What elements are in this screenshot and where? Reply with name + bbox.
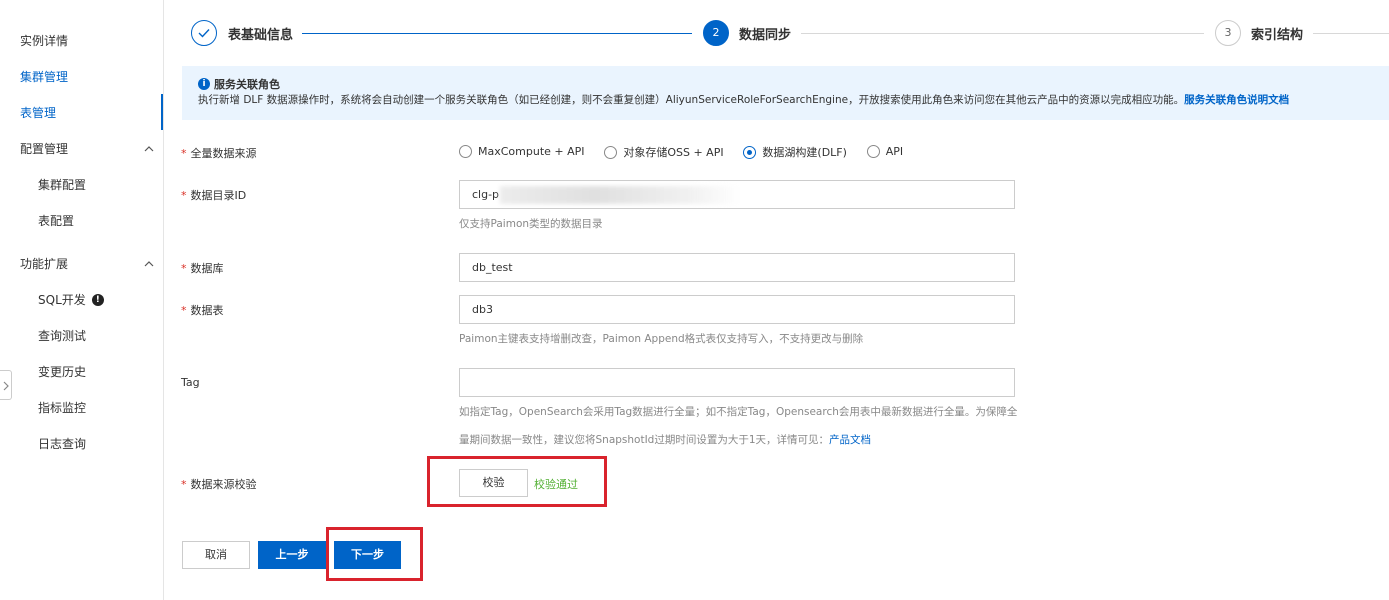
highlight-next: [326, 527, 423, 581]
sidebar-item-sql-dev-label: SQL开发: [38, 293, 86, 307]
step-1-circle: [191, 20, 217, 46]
required-mark: *: [181, 304, 187, 317]
highlight-verify: [427, 456, 607, 507]
notice-body: 执行新增 DLF 数据源操作时，系统将会自动创建一个服务关联角色（如已经创建，则…: [198, 92, 1289, 107]
step-indicator: 表基础信息 2 数据同步 3 索引结构: [190, 20, 1389, 50]
database-label: * 数据库: [181, 260, 224, 276]
sidebar-item-log-query[interactable]: 日志查询: [38, 434, 86, 454]
database-label-text: 数据库: [190, 262, 224, 275]
step-connector-pending: [801, 33, 1204, 34]
step-connector-tail: [1313, 33, 1389, 34]
sidebar-group-extension-label: 功能扩展: [20, 257, 69, 271]
chevron-up-icon: [144, 146, 154, 152]
radio-circle-checked: [743, 145, 757, 159]
cancel-button[interactable]: 取消: [182, 541, 250, 569]
radio-dlf[interactable]: 数据湖构建(DLF): [743, 144, 847, 160]
check-icon: [198, 29, 210, 38]
table-label: * 数据表: [181, 302, 224, 318]
step-3-label: 索引结构: [1251, 28, 1304, 43]
sidebar-item-instance-detail[interactable]: 实例详情: [20, 31, 68, 51]
sidebar-item-table-management[interactable]: 表管理: [20, 103, 56, 123]
prev-step-button[interactable]: 上一步: [258, 541, 326, 569]
required-mark: *: [181, 147, 187, 160]
source-radio-group: MaxCompute + API 对象存储OSS + API 数据湖构建(DLF…: [459, 144, 919, 162]
sidebar-group-config-label: 配置管理: [20, 142, 69, 156]
required-mark: *: [181, 478, 187, 491]
radio-label: 数据湖构建(DLF): [762, 146, 847, 159]
service-role-doc-link[interactable]: 服务关联角色说明文档: [1184, 94, 1289, 106]
sidebar-item-sql-dev[interactable]: SQL开发!: [38, 290, 104, 310]
radio-label: 对象存储OSS + API: [623, 146, 724, 159]
radio-maxcompute[interactable]: MaxCompute + API: [459, 144, 585, 159]
catalog-label: * 数据目录ID: [181, 187, 246, 203]
step-1-label: 表基础信息: [228, 28, 294, 43]
sidebar-item-query-test[interactable]: 查询测试: [38, 326, 86, 346]
sidebar-item-cluster-management[interactable]: 集群管理: [20, 67, 68, 87]
sidebar-item-table-config[interactable]: 表配置: [38, 211, 74, 231]
radio-label: API: [885, 145, 904, 159]
radio-oss[interactable]: 对象存储OSS + API: [604, 144, 724, 160]
notice-title: 服务关联角色: [214, 78, 280, 91]
tag-help-line1: 如指定Tag，OpenSearch会采用Tag数据进行全量；如不指定Tag，Op…: [459, 406, 1018, 418]
sidebar-item-change-history[interactable]: 变更历史: [38, 362, 86, 382]
chevron-right-icon: [3, 381, 9, 391]
verify-label-text: 数据来源校验: [190, 478, 257, 491]
sidebar-group-extension[interactable]: 功能扩展: [20, 254, 156, 274]
tag-help-text: 量期间数据一致性，建议您将SnapshotId过期时间设置为大于1天，详情可见：: [459, 434, 830, 446]
tag-label: Tag: [181, 376, 200, 389]
info-icon: i: [198, 78, 210, 90]
radio-circle: [604, 145, 618, 159]
notice-text: 执行新增 DLF 数据源操作时，系统将会自动创建一个服务关联角色（如已经创建，则…: [198, 94, 1185, 106]
tag-help-line2: 量期间数据一致性，建议您将SnapshotId过期时间设置为大于1天，详情可见：…: [459, 432, 871, 447]
sidebar-active-indicator: [161, 94, 163, 130]
table-input[interactable]: [459, 295, 1015, 324]
step-3-circle: 3: [1215, 20, 1241, 46]
redacted-blur: [500, 186, 740, 204]
sidebar-item-cluster-config[interactable]: 集群配置: [38, 175, 86, 195]
tag-input[interactable]: [459, 368, 1015, 397]
chevron-up-icon: [144, 261, 154, 267]
catalog-help: 仅支持Paimon类型的数据目录: [459, 218, 603, 230]
table-help: Paimon主键表支持增删改查，Paimon Append格式表仅支持写入，不支…: [459, 333, 864, 345]
service-role-notice: i 服务关联角色 执行新增 DLF 数据源操作时，系统将会自动创建一个服务关联角…: [182, 66, 1389, 120]
required-mark: *: [181, 189, 187, 202]
sidebar-item-metrics[interactable]: 指标监控: [38, 398, 86, 418]
step-2-circle: 2: [703, 20, 729, 46]
source-label-text: 全量数据来源: [190, 147, 257, 160]
database-input[interactable]: [459, 253, 1015, 282]
step-connector-done: [302, 33, 692, 34]
verify-label: * 数据来源校验: [181, 476, 257, 492]
sidebar-group-config[interactable]: 配置管理: [20, 139, 156, 159]
radio-label: MaxCompute + API: [478, 145, 585, 159]
sidebar-collapse-toggle[interactable]: [0, 370, 12, 400]
required-mark: *: [181, 262, 187, 275]
radio-api[interactable]: API: [866, 144, 904, 159]
radio-circle: [866, 144, 880, 158]
warning-icon: !: [91, 293, 104, 306]
source-label: * 全量数据来源: [181, 145, 257, 161]
table-label-text: 数据表: [190, 304, 224, 317]
product-doc-link[interactable]: 产品文档: [829, 434, 871, 446]
catalog-label-text: 数据目录ID: [190, 189, 247, 202]
radio-circle: [459, 144, 472, 158]
sidebar: 实例详情 集群管理 表管理 配置管理 集群配置 表配置 功能扩展 SQL开发! …: [0, 0, 164, 600]
step-2-label: 数据同步: [739, 28, 792, 43]
